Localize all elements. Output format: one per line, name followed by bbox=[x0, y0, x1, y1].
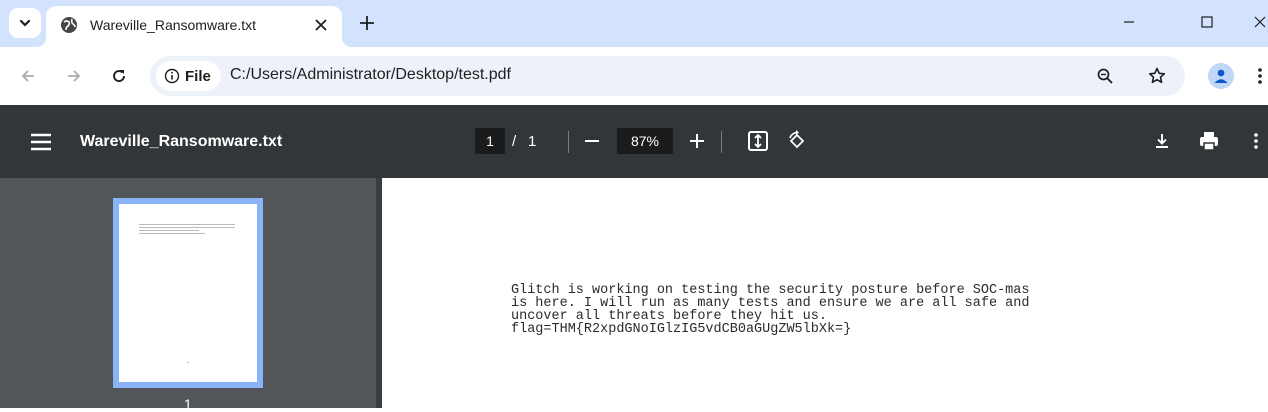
tab-strip: Wareville_Ransomware.txt bbox=[0, 0, 1268, 47]
close-window-button[interactable] bbox=[1252, 10, 1268, 34]
more-options-button[interactable] bbox=[1244, 129, 1268, 153]
page-separator: / bbox=[512, 133, 517, 150]
profile-button[interactable] bbox=[1208, 63, 1234, 89]
tab-search-button[interactable] bbox=[9, 8, 41, 38]
print-button[interactable] bbox=[1197, 129, 1221, 153]
forward-button[interactable] bbox=[62, 64, 86, 88]
site-info-label: File bbox=[185, 67, 211, 85]
back-button[interactable] bbox=[16, 64, 40, 88]
rotate-button[interactable] bbox=[785, 129, 809, 153]
fit-page-button[interactable] bbox=[746, 129, 770, 153]
browser-toolbar: File C:/Users/Administrator/Desktop/test… bbox=[0, 47, 1268, 105]
pdf-toolbar: Wareville_Ransomware.txt 1 / 1 87% bbox=[0, 105, 1268, 178]
thumbnail-page-number: 1 bbox=[184, 396, 192, 412]
info-icon bbox=[164, 68, 180, 84]
reload-icon bbox=[113, 70, 125, 82]
page-total: 1 bbox=[528, 133, 537, 150]
site-info-chip[interactable]: File bbox=[156, 61, 221, 91]
close-icon bbox=[1254, 16, 1266, 28]
zoom-icon bbox=[1097, 68, 1113, 84]
globe-icon bbox=[61, 17, 77, 33]
more-options-icon bbox=[1254, 133, 1258, 149]
toolbar-divider bbox=[568, 131, 569, 153]
tab-title: Wareville_Ransomware.txt bbox=[90, 17, 256, 33]
page-number-input[interactable]: 1 bbox=[475, 128, 505, 154]
toolbar-divider bbox=[721, 131, 722, 153]
zoom-in-button[interactable] bbox=[685, 129, 709, 153]
flag-line: flag=THM{R2xpdGNoIGlzIG5vdCB0aGUgZW5lbXk… bbox=[511, 322, 852, 337]
download-icon bbox=[1156, 134, 1168, 148]
page-thumbnail[interactable] bbox=[119, 204, 257, 382]
star-icon bbox=[1148, 67, 1166, 84]
arrow-left-icon bbox=[21, 70, 34, 82]
fit-page-icon bbox=[748, 131, 768, 151]
zoom-indicator-button[interactable] bbox=[1095, 66, 1115, 86]
thumbnail-page-number-mark bbox=[187, 362, 189, 363]
arrow-right-icon bbox=[68, 70, 81, 82]
print-icon bbox=[1200, 132, 1218, 151]
document-text: Glitch is working on testing the securit… bbox=[511, 284, 1029, 337]
zoom-out-button[interactable] bbox=[580, 129, 604, 153]
thumbnail-text-line bbox=[139, 230, 199, 231]
minimize-icon bbox=[1124, 21, 1134, 23]
browser-menu-button[interactable] bbox=[1252, 64, 1268, 88]
browser-tab[interactable]: Wareville_Ransomware.txt bbox=[36, 6, 352, 47]
zoom-in-icon bbox=[690, 134, 704, 148]
thumbnail-text-line bbox=[139, 233, 205, 234]
maximize-icon bbox=[1201, 16, 1213, 28]
thumbnail-text-line bbox=[139, 224, 235, 225]
url-text[interactable]: C:/Users/Administrator/Desktop/test.pdf bbox=[230, 66, 511, 84]
zoom-level-input[interactable]: 87% bbox=[617, 128, 673, 154]
rotate-icon bbox=[789, 130, 805, 149]
pdf-page: Glitch is working on testing the securit… bbox=[382, 178, 1268, 408]
reload-button[interactable] bbox=[107, 64, 131, 88]
hamburger-menu-icon[interactable] bbox=[30, 131, 52, 153]
chevron-down-icon bbox=[19, 19, 31, 27]
close-icon[interactable] bbox=[312, 16, 330, 34]
plus-icon[interactable] bbox=[357, 13, 377, 33]
address-bar[interactable]: File C:/Users/Administrator/Desktop/test… bbox=[150, 56, 1185, 96]
bookmark-button[interactable] bbox=[1147, 66, 1167, 86]
document-title: Wareville_Ransomware.txt bbox=[80, 133, 283, 150]
download-button[interactable] bbox=[1150, 129, 1174, 153]
maximize-button[interactable] bbox=[1193, 10, 1221, 34]
kebab-menu-icon bbox=[1258, 68, 1262, 84]
minimize-button[interactable] bbox=[1115, 10, 1143, 34]
avatar-icon bbox=[1214, 69, 1228, 83]
thumbnail-text-line bbox=[139, 227, 235, 228]
zoom-out-icon bbox=[585, 140, 599, 142]
